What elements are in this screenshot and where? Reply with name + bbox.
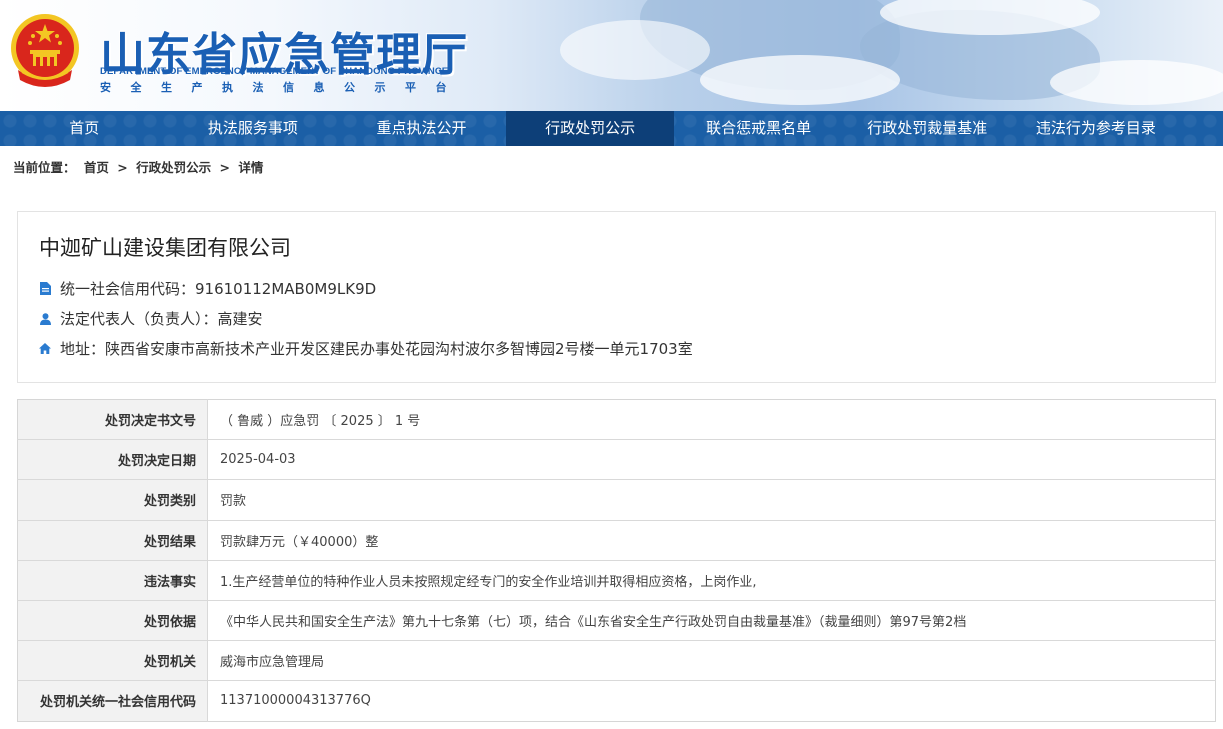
main-nav: 首页 执法服务事项 重点执法公开 行政处罚公示 联合惩戒黑名单 行政处罚裁量基准… <box>0 111 1223 146</box>
breadcrumb: 当前位置： 首页 > 行政处罚公示 > 详情 <box>13 157 267 176</box>
site-header: 山东省应急管理厅 DEPARTMENT OF EMERGENCY MANAGEM… <box>0 0 1223 111</box>
nav-item-enforcement-services[interactable]: 执法服务事项 <box>169 111 338 146</box>
table-row: 处罚决定日期 2025-04-03 <box>17 439 1216 481</box>
cloud-decoration <box>560 20 710 80</box>
breadcrumb-current: 详情 <box>238 160 264 175</box>
penalty-basis-value: 《中华人民共和国安全生产法》第九十七条第（七）项，结合《山东省安全生产行政处罚自… <box>207 600 1216 642</box>
nav-item-home[interactable]: 首页 <box>0 111 169 146</box>
decision-number-value: （ 鲁威 ）应急罚 〔 2025 〕 1 号 <box>207 399 1216 441</box>
table-row: 处罚机关 威海市应急管理局 <box>17 640 1216 682</box>
legal-rep-line: 法定代表人（负责人）：高建安 <box>38 308 263 329</box>
address-text: 地址：陕西省安康市高新技术产业开发区建民办事处花园沟村波尔多智博园2号楼一单元1… <box>60 340 693 358</box>
cloud-decoration <box>700 55 900 105</box>
breadcrumb-separator: > <box>219 160 230 175</box>
penalty-authority-value: 威海市应急管理局 <box>207 640 1216 682</box>
penalty-result-value: 罚款肆万元（￥40000）整 <box>207 520 1216 561</box>
company-name: 中迦矿山建设集团有限公司 <box>39 236 291 260</box>
decision-date-value: 2025-04-03 <box>207 439 1216 481</box>
site-title-en: DEPARTMENT OF EMERGENCY MANAGEMENT OF SH… <box>100 66 449 77</box>
penalty-detail-table: 处罚决定书文号 （ 鲁威 ）应急罚 〔 2025 〕 1 号 处罚决定日期 20… <box>17 399 1216 722</box>
site-subtitle: 安全生产执法信息公示平台 <box>100 81 466 94</box>
violation-facts-label: 违法事实 <box>17 560 208 601</box>
decision-date-label: 处罚决定日期 <box>17 439 208 481</box>
penalty-type-value: 罚款 <box>207 479 1216 521</box>
penalty-authority-label: 处罚机关 <box>17 640 208 682</box>
table-row: 处罚类别 罚款 <box>17 479 1216 521</box>
table-row: 处罚机关统一社会信用代码 11371000004313776Q <box>17 680 1216 721</box>
violation-facts-value: 1.生产经营单位的特种作业人员未按照规定经专门的安全作业培训并取得相应资格，上岗… <box>207 560 1216 601</box>
penalty-result-label: 处罚结果 <box>17 520 208 561</box>
penalty-basis-label: 处罚依据 <box>17 600 208 642</box>
nav-item-violation-catalog[interactable]: 违法行为参考目录 <box>1012 111 1181 146</box>
table-row: 处罚依据 《中华人民共和国安全生产法》第九十七条第（七）项，结合《山东省安全生产… <box>17 600 1216 642</box>
table-row: 违法事实 1.生产经营单位的特种作业人员未按照规定经专门的安全作业培训并取得相应… <box>17 560 1216 601</box>
breadcrumb-penalty-disclosure[interactable]: 行政处罚公示 <box>136 160 211 175</box>
credit-code-text: 统一社会信用代码：91610112MAB0M9LK9D <box>60 280 377 298</box>
legal-rep-text: 法定代表人（负责人）：高建安 <box>60 310 263 328</box>
credit-code-line: 统一社会信用代码：91610112MAB0M9LK9D <box>38 278 376 299</box>
table-row: 处罚决定书文号 （ 鲁威 ）应急罚 〔 2025 〕 1 号 <box>17 399 1216 441</box>
national-emblem-icon <box>11 14 79 87</box>
nav-item-blacklist[interactable]: 联合惩戒黑名单 <box>674 111 843 146</box>
penalty-type-label: 处罚类别 <box>17 479 208 521</box>
authority-credit-code-value: 11371000004313776Q <box>220 693 371 709</box>
company-card: 中迦矿山建设集团有限公司 统一社会信用代码：91610112MAB0M9LK9D… <box>17 211 1216 383</box>
document-icon <box>38 282 52 296</box>
home-icon <box>38 342 52 356</box>
nav-item-key-enforcement[interactable]: 重点执法公开 <box>337 111 506 146</box>
decision-number-label: 处罚决定书文号 <box>17 399 208 441</box>
cloud-decoration <box>1050 60 1223 105</box>
address-line: 地址：陕西省安康市高新技术产业开发区建民办事处花园沟村波尔多智博园2号楼一单元1… <box>38 338 693 359</box>
authority-credit-code-label: 处罚机关统一社会信用代码 <box>17 680 208 721</box>
breadcrumb-home[interactable]: 首页 <box>84 160 109 175</box>
nav-item-penalty-benchmark[interactable]: 行政处罚裁量基准 <box>843 111 1012 146</box>
nav-item-penalty-disclosure[interactable]: 行政处罚公示 <box>505 111 675 146</box>
breadcrumb-separator: > <box>117 160 128 175</box>
user-icon <box>38 312 52 326</box>
table-row: 处罚结果 罚款肆万元（￥40000）整 <box>17 520 1216 561</box>
breadcrumb-prefix: 当前位置： <box>13 160 76 175</box>
